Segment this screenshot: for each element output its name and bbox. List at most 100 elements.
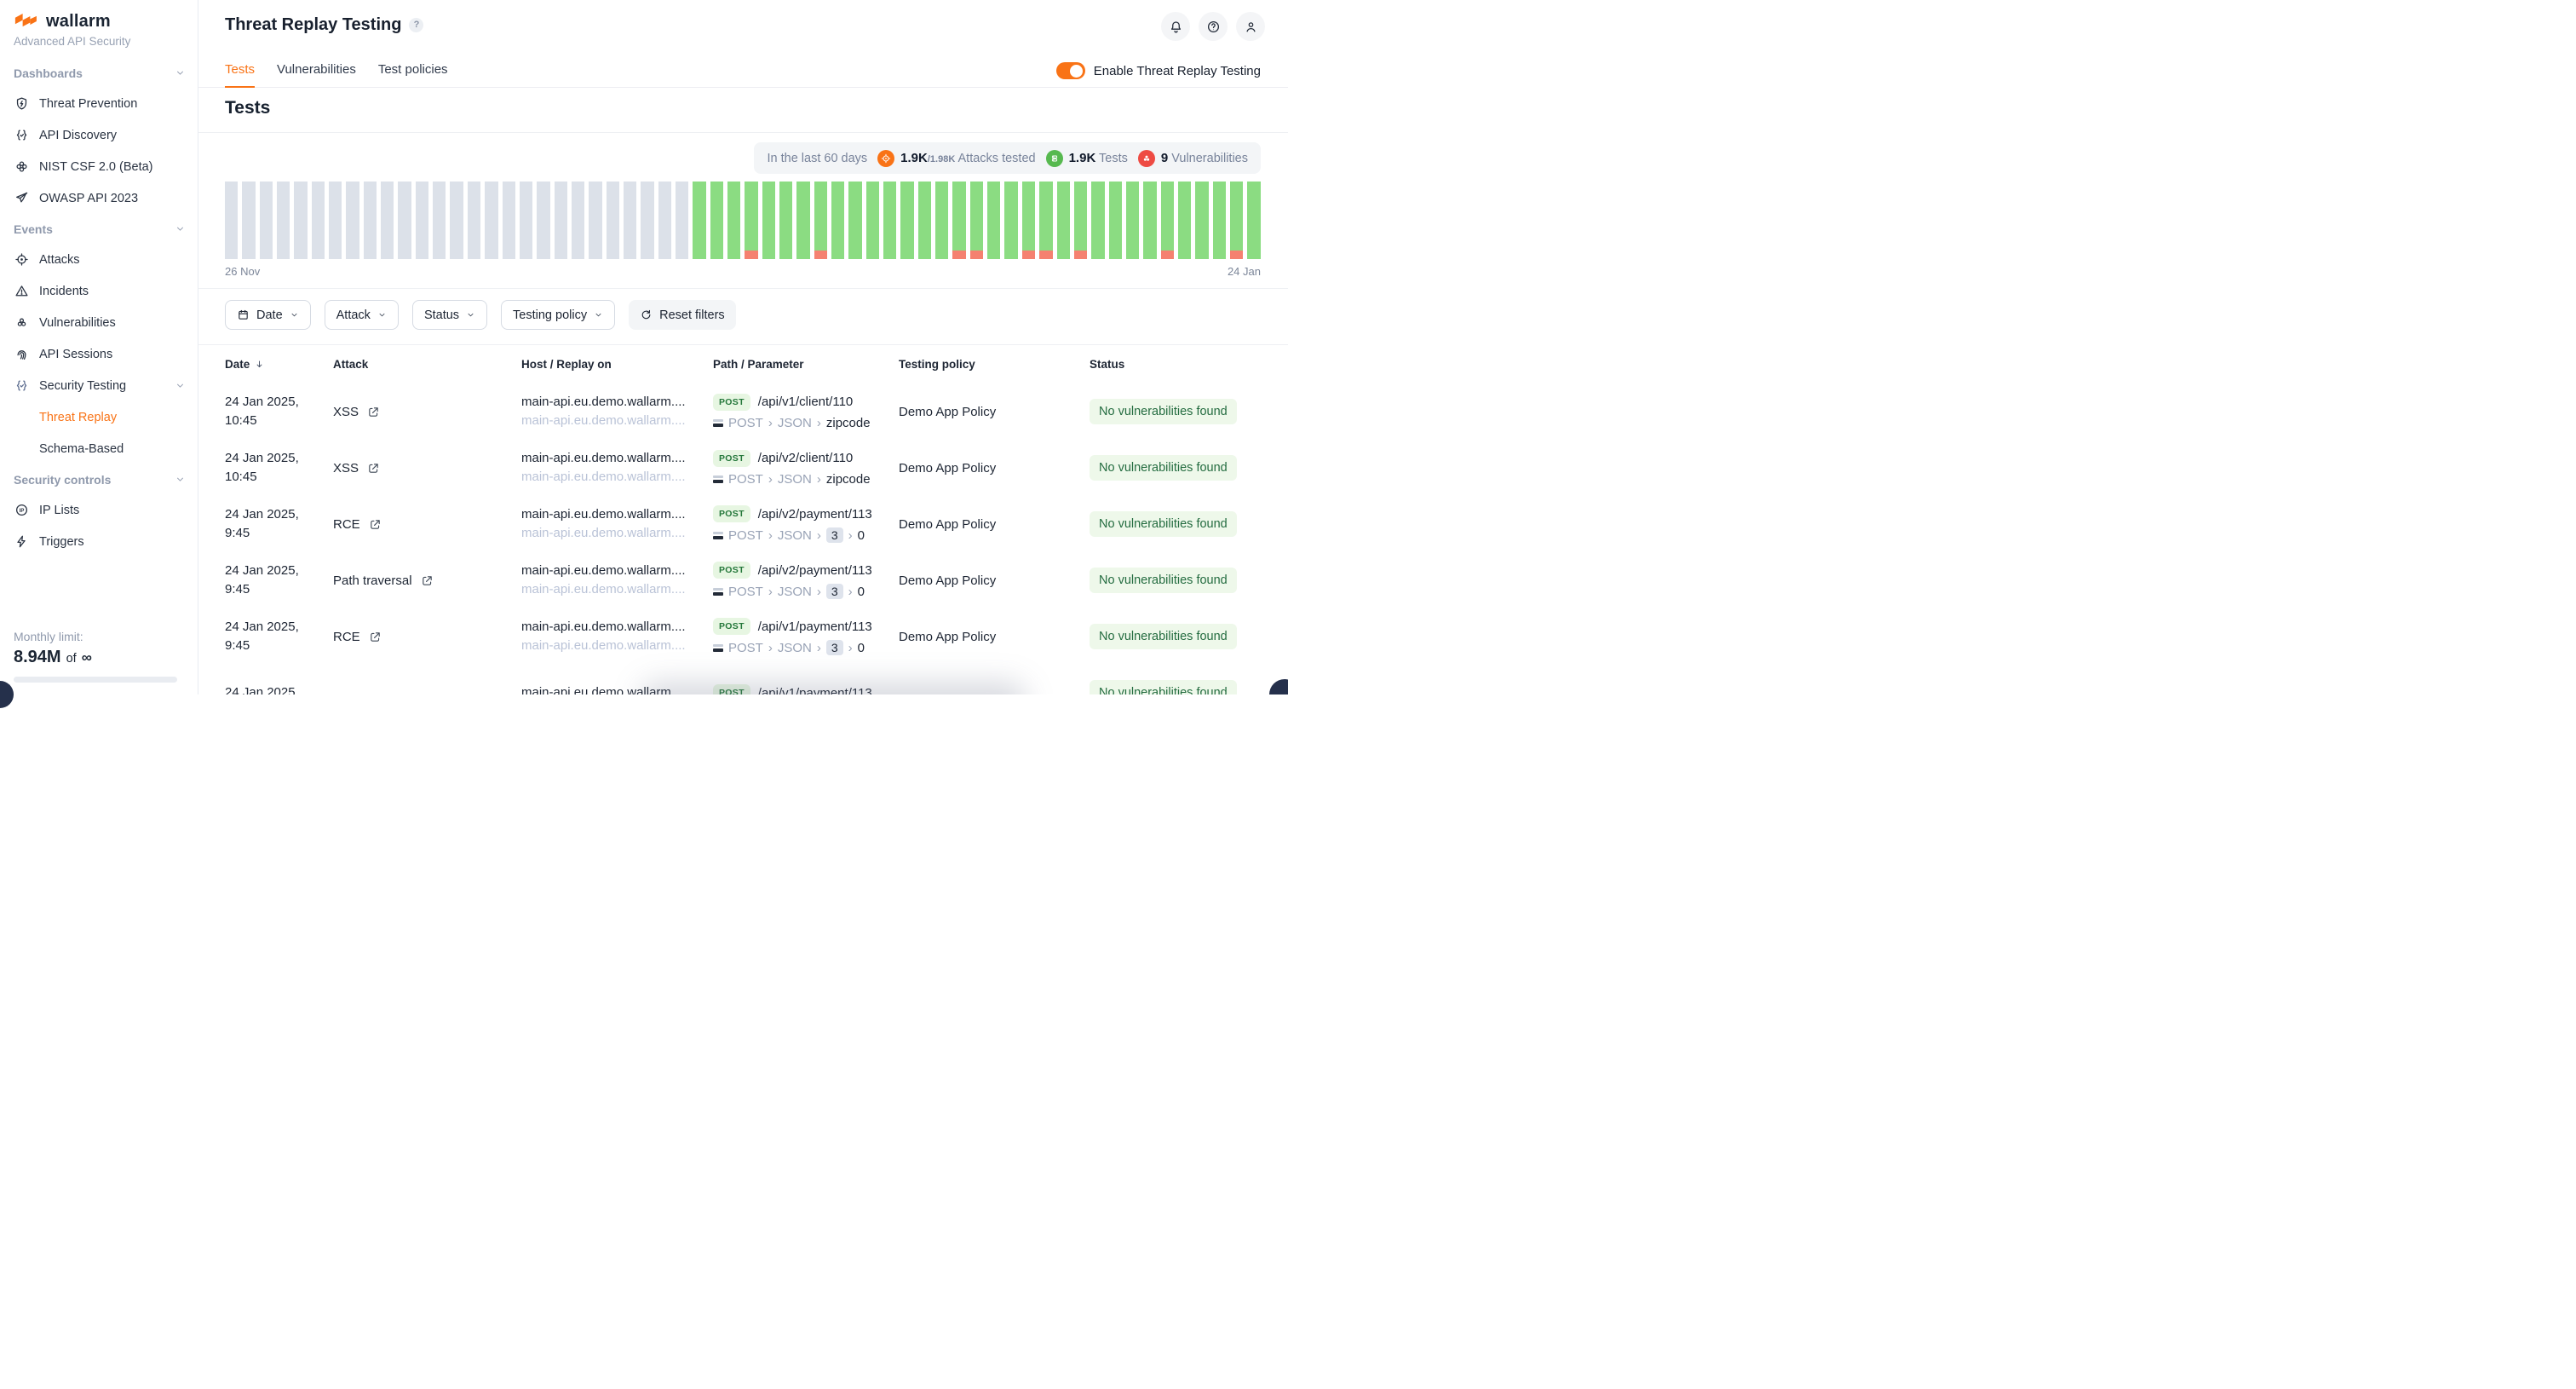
sidebar-item-threat-prevention[interactable]: Threat Prevention (14, 88, 186, 119)
table-row[interactable]: 24 Jan 2025,9:45 Path traversal main-api… (225, 552, 1261, 608)
chart-bar[interactable] (1022, 182, 1035, 259)
chart-bar[interactable] (312, 182, 325, 259)
replay-host-name[interactable]: main-api.eu.demo.wallarm.... (521, 637, 713, 655)
sidebar-item-attacks[interactable]: Attacks (14, 244, 186, 275)
endpoint-path[interactable]: /api/v1/payment/113 (758, 686, 872, 695)
replay-host-name[interactable]: main-api.eu.demo.wallarm.... (521, 580, 713, 599)
chart-bar[interactable] (624, 182, 636, 259)
chart-bar[interactable] (329, 182, 342, 259)
column-header-attack[interactable]: Attack (333, 358, 521, 371)
filter-testing-policy[interactable]: Testing policy (501, 300, 615, 330)
chart-bar[interactable] (1161, 182, 1174, 259)
host-name[interactable]: main-api.eu.demo.wallarm.... (521, 449, 713, 468)
chart-bar[interactable] (1039, 182, 1052, 259)
chart-bar[interactable] (676, 182, 688, 259)
filter-date[interactable]: Date (225, 300, 311, 330)
replay-host-name[interactable]: main-api.eu.demo.wallarm.... (521, 412, 713, 430)
chart-bar[interactable] (1247, 182, 1260, 259)
table-row[interactable]: 24 Jan 2025 main-api.eu.demo.wallarm....… (225, 665, 1261, 694)
replay-host-name[interactable]: main-api.eu.demo.wallarm.... (521, 468, 713, 487)
external-link-icon[interactable] (367, 406, 380, 418)
endpoint-path[interactable]: /api/v1/client/110 (758, 395, 853, 409)
sidebar-section-events[interactable]: Events (14, 214, 186, 244)
chart-bar[interactable] (831, 182, 844, 259)
chart-bar[interactable] (555, 182, 567, 259)
column-header-host-replay-on[interactable]: Host / Replay on (521, 358, 713, 371)
chart-bar[interactable] (883, 182, 896, 259)
chart-bar[interactable] (398, 182, 411, 259)
chart-bar[interactable] (727, 182, 740, 259)
column-header-status[interactable]: Status (1090, 358, 1261, 371)
filter-status[interactable]: Status (412, 300, 487, 330)
sidebar-item-api-sessions[interactable]: API Sessions (14, 338, 186, 370)
column-header-date[interactable]: Date (225, 358, 333, 371)
chart-bar[interactable] (433, 182, 446, 259)
sidebar-item-nist-csf-2-0-beta[interactable]: NIST CSF 2.0 (Beta) (14, 151, 186, 182)
replay-host-name[interactable]: main-api.eu.demo.wallarm.... (521, 524, 713, 543)
tab-tests[interactable]: Tests (225, 63, 255, 87)
tab-test-policies[interactable]: Test policies (378, 63, 448, 87)
chart-bar[interactable] (589, 182, 601, 259)
chart-bar[interactable] (935, 182, 948, 259)
host-name[interactable]: main-api.eu.demo.wallarm.... (521, 618, 713, 637)
chart-bar[interactable] (416, 182, 428, 259)
chart-bar[interactable] (745, 182, 757, 259)
external-link-icon[interactable] (367, 462, 380, 475)
chart-bar[interactable] (520, 182, 532, 259)
chart-bar[interactable] (658, 182, 671, 259)
chart-bar[interactable] (1178, 182, 1191, 259)
chart-bar[interactable] (762, 182, 775, 259)
chart-bar[interactable] (1195, 182, 1208, 259)
sidebar-item-security-testing[interactable]: Security Testing (14, 370, 186, 401)
endpoint-path[interactable]: /api/v2/payment/113 (758, 507, 872, 522)
sidebar-item-threat-replay[interactable]: Threat Replay (14, 401, 186, 433)
chart-bar[interactable] (1143, 182, 1156, 259)
endpoint-path[interactable]: /api/v2/client/110 (758, 451, 853, 465)
chart-bar[interactable] (952, 182, 965, 259)
chart-bar[interactable] (848, 182, 861, 259)
title-help-icon[interactable]: ? (409, 18, 423, 32)
sidebar-item-api-discovery[interactable]: API Discovery (14, 119, 186, 151)
help-button[interactable] (1199, 12, 1228, 41)
tab-vulnerabilities[interactable]: Vulnerabilities (277, 63, 356, 87)
host-name[interactable]: main-api.eu.demo.wallarm.... (521, 562, 713, 580)
account-button[interactable] (1236, 12, 1265, 41)
chart-bar[interactable] (346, 182, 359, 259)
chart-bar[interactable] (294, 182, 307, 259)
chart-bar[interactable] (450, 182, 463, 259)
table-row[interactable]: 24 Jan 2025,9:45 RCE main-api.eu.demo.wa… (225, 608, 1261, 665)
chart-bar[interactable] (970, 182, 983, 259)
endpoint-path[interactable]: /api/v2/payment/113 (758, 563, 872, 578)
host-name[interactable]: main-api.eu.demo.wallarm.... (521, 393, 713, 412)
chart-bar[interactable] (1109, 182, 1122, 259)
chart-bar[interactable] (537, 182, 549, 259)
external-link-icon[interactable] (369, 518, 382, 531)
table-row[interactable]: 24 Jan 2025,9:45 RCE main-api.eu.demo.wa… (225, 496, 1261, 552)
sidebar-item-owasp-api-2023[interactable]: OWASP API 2023 (14, 182, 186, 214)
sidebar-section-security-controls[interactable]: Security controls (14, 464, 186, 494)
sidebar-section-dashboards[interactable]: Dashboards (14, 58, 186, 88)
chart-bar[interactable] (693, 182, 705, 259)
sidebar-item-triggers[interactable]: Triggers (14, 526, 186, 557)
chart-bar[interactable] (364, 182, 377, 259)
chart-bar[interactable] (485, 182, 497, 259)
chart-bar[interactable] (1230, 182, 1243, 259)
chart-bar[interactable] (225, 182, 238, 259)
chart-bar[interactable] (918, 182, 931, 259)
enable-threat-replay-toggle[interactable] (1056, 62, 1085, 79)
brand[interactable]: wallarm (14, 12, 186, 32)
table-row[interactable]: 24 Jan 2025,10:45 XSS main-api.eu.demo.w… (225, 440, 1261, 496)
chart-bar[interactable] (468, 182, 480, 259)
chart-bar[interactable] (710, 182, 723, 259)
chart-bar[interactable] (900, 182, 913, 259)
notifications-button[interactable] (1161, 12, 1190, 41)
external-link-icon[interactable] (421, 574, 434, 587)
chart-bar[interactable] (779, 182, 792, 259)
filter-attack[interactable]: Attack (325, 300, 399, 330)
chart-bar[interactable] (866, 182, 879, 259)
chart-bar[interactable] (1091, 182, 1104, 259)
chart-bar[interactable] (381, 182, 394, 259)
chart-bar[interactable] (641, 182, 653, 259)
sidebar-item-incidents[interactable]: Incidents (14, 275, 186, 307)
chart-bar[interactable] (1074, 182, 1087, 259)
